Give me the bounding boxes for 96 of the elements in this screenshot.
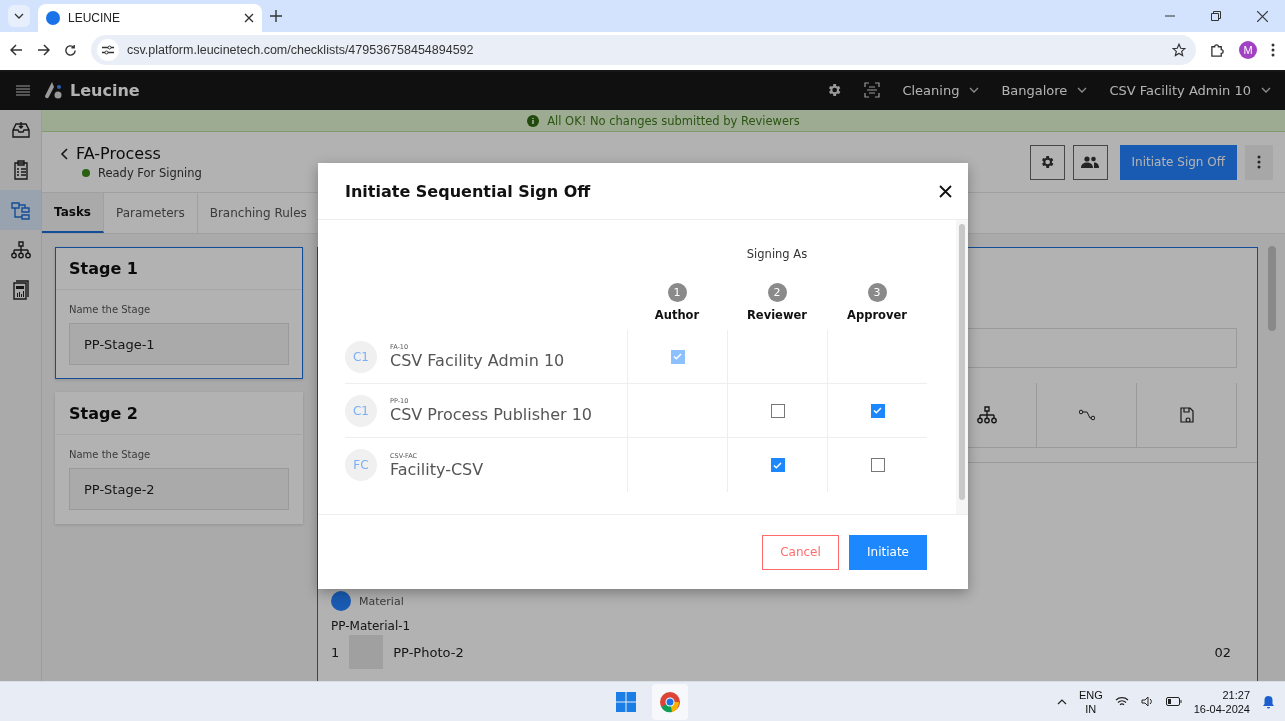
header-dropdown[interactable]: CSV Facility Admin 10 (1109, 82, 1271, 98)
user-avatar: FC (345, 449, 377, 481)
scrollbar-thumb[interactable] (959, 224, 965, 500)
role-checkbox[interactable] (770, 403, 785, 418)
stage-title: Stage 2 (56, 393, 302, 435)
user-name: CSV Process Publisher 10 (390, 405, 593, 424)
stage-card[interactable]: Stage 2 Name the Stage PP-Stage-2 (55, 392, 303, 524)
item-index: 1 (331, 644, 340, 660)
address-bar[interactable]: csv.platform.leucinetech.com/checklists/479536758454894592 (91, 35, 1196, 65)
site-settings-icon[interactable] (102, 45, 114, 55)
header-dropdown[interactable]: Bangalore (1001, 82, 1088, 98)
browser-tab[interactable]: LEUCINE (38, 4, 262, 32)
role-heading: Reviewer (747, 308, 807, 322)
role-checkbox[interactable] (870, 458, 885, 472)
chevron-down-icon (969, 87, 980, 93)
chevron-down-icon (1261, 87, 1271, 93)
hierarchy-icon (976, 406, 997, 424)
scan-icon[interactable] (864, 82, 881, 98)
more-vertical-icon (1257, 155, 1261, 169)
item-count: 02 (1214, 644, 1231, 660)
initiate-button[interactable]: Initiate (849, 534, 927, 570)
material-label: Material (359, 594, 404, 608)
stage-title: Stage 1 (56, 248, 302, 290)
stage-card[interactable]: Stage 1 Name the Stage PP-Stage-1 (55, 247, 303, 379)
step-number: 1 (667, 283, 687, 302)
settings-button[interactable] (1029, 144, 1065, 180)
field-label: Name the Stage (69, 449, 152, 460)
settings-icon (1039, 154, 1055, 170)
info-icon (527, 114, 540, 127)
battery-icon[interactable] (1165, 697, 1182, 706)
brand-name: Leucine (70, 80, 140, 100)
profile-avatar[interactable]: M (1239, 41, 1257, 59)
windows-logo-icon (616, 691, 636, 712)
user-avatar: C1 (345, 340, 377, 373)
tray-icon (10, 121, 31, 139)
tab-list-button[interactable] (8, 5, 30, 27)
chevron-down-icon (1077, 87, 1088, 93)
file-icon (1179, 407, 1194, 423)
dialog-title: Initiate Sequential Sign Off (345, 181, 591, 201)
menu-icon[interactable] (16, 84, 30, 96)
logo-icon (44, 81, 64, 99)
field-label: Name the Stage (69, 304, 152, 315)
item-name: PP-Photo-2 (393, 644, 464, 660)
page-title: FA-Process (76, 144, 161, 163)
wifi-icon[interactable] (1114, 696, 1129, 707)
puzzle-icon[interactable] (1210, 42, 1225, 58)
role-checkbox[interactable] (870, 403, 885, 418)
tab[interactable]: Tasks (42, 193, 104, 233)
users-icon (1081, 156, 1099, 168)
material-name: PP-Material-1 (331, 619, 412, 633)
clock[interactable]: 21:27 16-04-2024 (1193, 687, 1250, 716)
chevron-down-icon (14, 13, 24, 19)
back-arrow-icon[interactable] (10, 44, 23, 56)
column-group-label: Signing As (746, 247, 808, 261)
close-icon (939, 184, 952, 198)
close-icon[interactable] (1256, 10, 1268, 22)
status-text: Ready For Signing (98, 166, 202, 180)
clipboard-icon (12, 160, 29, 180)
flowchart-icon (10, 200, 31, 220)
user-name: Facility-CSV (390, 459, 484, 479)
taskbar-app[interactable] (652, 683, 688, 720)
close-icon[interactable] (244, 13, 254, 23)
close-button[interactable] (939, 184, 952, 198)
restore-icon[interactable] (1211, 11, 1221, 21)
star-icon[interactable] (1172, 43, 1186, 57)
step-number: 3 (867, 283, 887, 302)
favicon-icon (46, 11, 60, 25)
reload-icon[interactable] (64, 43, 77, 57)
header-dropdown[interactable]: Cleaning (902, 82, 980, 98)
language-indicator[interactable]: ENG IN (1078, 687, 1103, 716)
status-dot (82, 169, 90, 177)
role-heading: Author (654, 308, 700, 322)
speaker-icon[interactable] (1140, 696, 1154, 707)
user-name: CSV Facility Admin 10 (390, 351, 565, 370)
role-heading: Approver (847, 308, 907, 322)
stage-name-field[interactable]: PP-Stage-1 (69, 323, 289, 365)
material-icon (331, 591, 351, 611)
chevron-up-icon[interactable] (1056, 698, 1067, 705)
user-avatar: C1 (345, 394, 377, 427)
back-chevron-icon[interactable] (60, 147, 68, 160)
browser-icon (659, 690, 681, 713)
users-button[interactable] (1072, 144, 1108, 180)
scrollbar-thumb[interactable] (1267, 246, 1276, 331)
more-vertical-icon[interactable] (1271, 43, 1275, 57)
step-number: 2 (767, 283, 787, 302)
branch-icon (1078, 409, 1095, 421)
banner-text: All OK! No changes submitted by Reviewers (547, 113, 800, 128)
hierarchy-icon (10, 241, 31, 259)
calculator-icon (12, 280, 29, 300)
bell-icon[interactable] (1262, 694, 1275, 709)
forward-arrow-icon[interactable] (37, 44, 50, 56)
tab-title: LEUCINE (68, 11, 121, 25)
role-checkbox[interactable] (770, 458, 785, 472)
settings-icon (826, 82, 843, 98)
stage-name-field[interactable]: PP-Stage-2 (69, 468, 289, 510)
new-tab-icon[interactable] (270, 10, 282, 22)
